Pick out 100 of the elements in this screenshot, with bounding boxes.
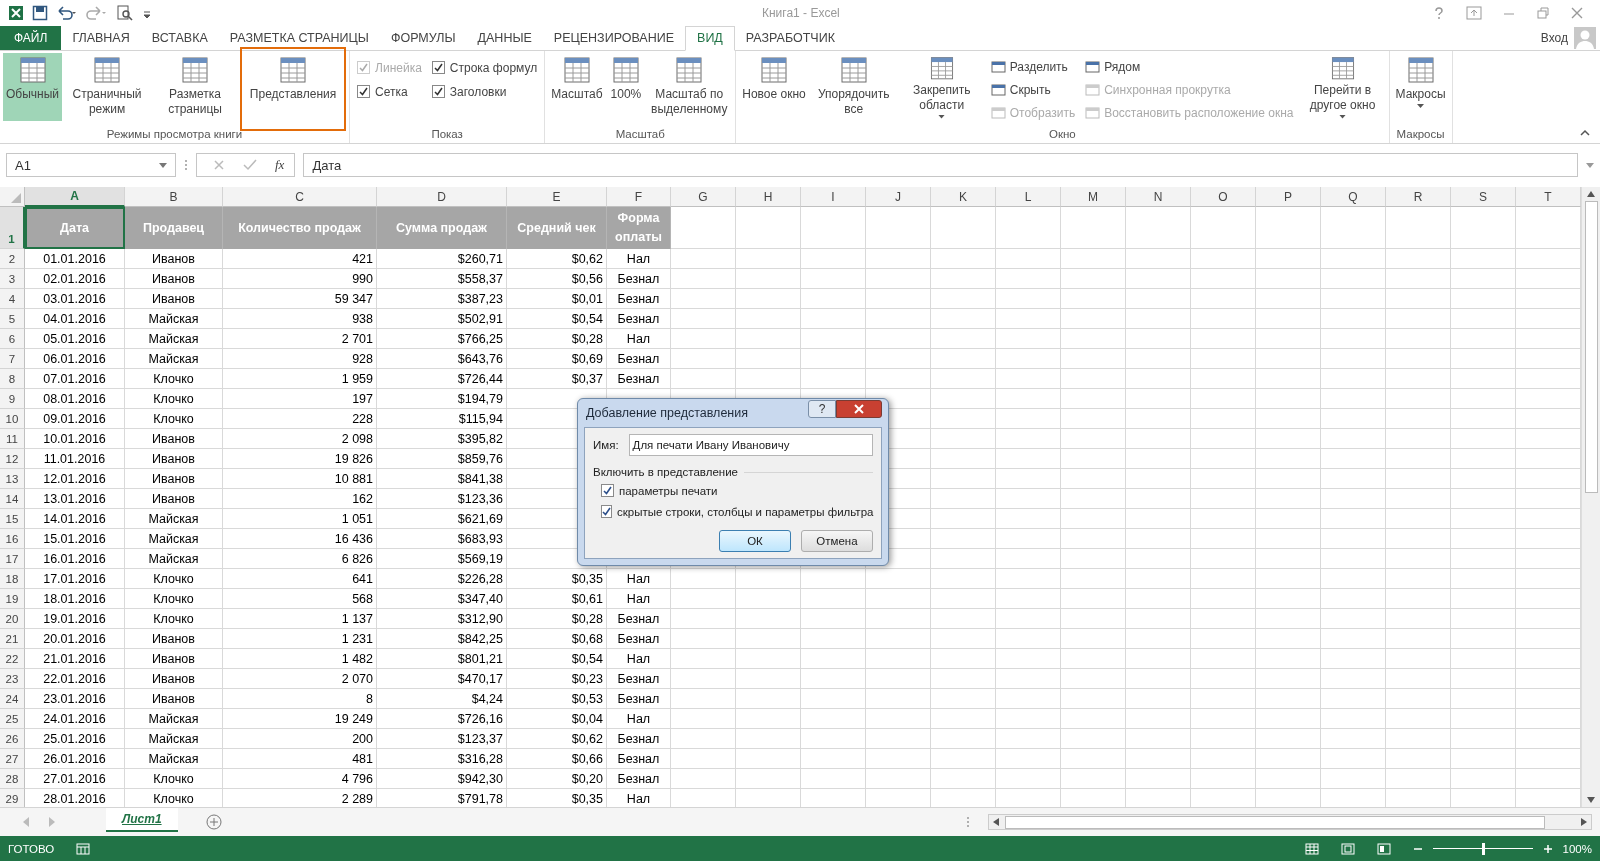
checkbox-option[interactable]: параметры печати <box>593 482 873 499</box>
collapse-ribbon-icon[interactable] <box>1580 128 1590 137</box>
column-header[interactable]: B <box>125 187 223 208</box>
column-header[interactable]: K <box>931 187 996 208</box>
row-header[interactable]: 11 <box>0 429 25 450</box>
checkbox[interactable] <box>357 85 371 99</box>
restore-icon[interactable] <box>1536 5 1550 20</box>
row-header[interactable]: 8 <box>0 369 25 390</box>
page-break-icon[interactable] <box>1376 842 1391 855</box>
row-header[interactable]: 24 <box>0 689 25 710</box>
row-header[interactable]: 7 <box>0 349 25 370</box>
horizontal-scrollbar[interactable] <box>988 814 1592 831</box>
ribbon-tab[interactable]: ДАННЫЕ <box>466 25 543 50</box>
ribbon-button[interactable]: Макросы <box>1392 52 1449 121</box>
ribbon-button[interactable]: Страничный режим <box>64 52 151 121</box>
column-header[interactable]: L <box>996 187 1061 208</box>
scroll-up-icon[interactable] <box>1587 191 1595 198</box>
column-header[interactable]: F <box>607 187 671 208</box>
row-header[interactable]: 4 <box>0 289 25 310</box>
checkbox-option[interactable]: скрытые строки, столбцы и параметры фильтра <box>593 503 873 520</box>
column-header[interactable]: I <box>801 187 866 208</box>
ribbon-tab[interactable]: ГЛАВНАЯ <box>61 25 141 50</box>
redo-icon[interactable] <box>86 4 108 21</box>
checkbox-option[interactable]: Заголовки <box>431 82 538 101</box>
add-sheet-icon[interactable] <box>205 814 222 831</box>
checkbox-option[interactable]: Сетка <box>357 82 422 101</box>
ribbon-display-icon[interactable] <box>1466 5 1482 20</box>
undo-icon[interactable] <box>56 4 78 21</box>
ribbon-button[interactable]: Масштаб <box>548 52 606 121</box>
expand-icon[interactable] <box>1586 162 1594 168</box>
insert-function-button[interactable]: fx <box>275 157 285 174</box>
dialog-button[interactable]: ОК <box>719 530 791 552</box>
ribbon-tab[interactable]: РАЗРАБОТЧИК <box>734 25 846 50</box>
checkbox-option[interactable]: Строка формул <box>431 58 538 77</box>
sign-in-link[interactable]: Вход <box>1540 30 1568 45</box>
column-header[interactable]: P <box>1256 187 1321 208</box>
dialog-button[interactable]: Отмена <box>801 530 873 552</box>
row-header[interactable]: 5 <box>0 309 25 330</box>
row-header[interactable]: 2 <box>0 249 25 270</box>
row-header[interactable]: 20 <box>0 609 25 630</box>
row-header[interactable]: 26 <box>0 729 25 750</box>
row-header[interactable]: 18 <box>0 569 25 590</box>
row-header[interactable]: 6 <box>0 329 25 350</box>
macro-record-icon[interactable] <box>76 842 91 855</box>
column-header[interactable]: M <box>1061 187 1126 208</box>
column-header[interactable]: T <box>1516 187 1581 208</box>
zoom-level[interactable]: 100% <box>1562 842 1592 855</box>
column-header[interactable]: G <box>671 187 736 208</box>
ribbon-button[interactable]: 100% <box>607 52 645 121</box>
column-header[interactable]: E <box>507 187 607 208</box>
normal-view-icon[interactable] <box>1304 842 1319 855</box>
checkbox[interactable] <box>601 505 612 518</box>
ribbon-small-button[interactable]: Скрыть <box>990 81 1076 99</box>
help-icon[interactable] <box>1432 5 1446 20</box>
row-header[interactable]: 21 <box>0 629 25 650</box>
column-header[interactable]: N <box>1126 187 1191 208</box>
row-header[interactable]: 15 <box>0 509 25 530</box>
row-header[interactable]: 29 <box>0 789 25 808</box>
row-header[interactable]: 27 <box>0 749 25 770</box>
file-tab[interactable]: ФАЙЛ <box>0 25 62 50</box>
row-header[interactable]: 17 <box>0 549 25 570</box>
scroll-right-icon[interactable] <box>1581 818 1587 827</box>
row-header[interactable]: 19 <box>0 589 25 610</box>
row-header[interactable]: 9 <box>0 389 25 410</box>
print-preview-icon[interactable] <box>116 4 134 21</box>
row-header[interactable]: 25 <box>0 709 25 730</box>
row-header[interactable]: 23 <box>0 669 25 690</box>
row-header[interactable]: 22 <box>0 649 25 670</box>
ribbon-tab[interactable]: ВИД <box>685 25 735 51</box>
scroll-left-icon[interactable] <box>993 818 999 827</box>
column-header[interactable]: S <box>1451 187 1516 208</box>
close-button[interactable] <box>836 400 882 418</box>
ribbon-tab[interactable]: ФОРМУЛЫ <box>379 25 467 50</box>
page-layout-icon[interactable] <box>1340 842 1355 855</box>
row-header[interactable]: 14 <box>0 489 25 510</box>
column-header[interactable]: Q <box>1321 187 1386 208</box>
checkbox[interactable] <box>431 61 445 75</box>
column-header[interactable]: J <box>866 187 931 208</box>
scrollbar-thumb[interactable] <box>1005 815 1545 829</box>
ribbon-button[interactable]: Упорядочить все <box>810 52 897 121</box>
ribbon-small-button[interactable]: Разделить <box>990 58 1076 76</box>
name-input-field[interactable]: Для печати Ивану Ивановичу <box>628 434 873 456</box>
ribbon-button[interactable]: Разметка страницы <box>152 52 239 121</box>
sheet-tab[interactable]: Лист1 <box>106 808 178 833</box>
row-header[interactable]: 28 <box>0 769 25 790</box>
row-header[interactable]: 3 <box>0 269 25 290</box>
zoom-in-icon[interactable] <box>1542 843 1553 854</box>
checkbox[interactable] <box>431 85 445 99</box>
name-box[interactable]: A1 <box>6 153 176 178</box>
help-button[interactable]: ? <box>808 400 836 418</box>
column-header[interactable]: R <box>1386 187 1451 208</box>
close-icon[interactable] <box>1570 5 1584 20</box>
ribbon-tab[interactable]: РЕЦЕНЗИРОВАНИЕ <box>542 25 686 50</box>
ribbon-tab[interactable]: ВСТАВКА <box>140 25 219 50</box>
ribbon-button[interactable]: Закрепить области <box>898 52 985 121</box>
excel-logo-icon[interactable] <box>8 4 24 21</box>
column-header[interactable]: O <box>1191 187 1256 208</box>
scroll-down-icon[interactable] <box>1587 797 1595 804</box>
row-header[interactable]: 10 <box>0 409 25 430</box>
column-header[interactable]: C <box>223 187 377 208</box>
